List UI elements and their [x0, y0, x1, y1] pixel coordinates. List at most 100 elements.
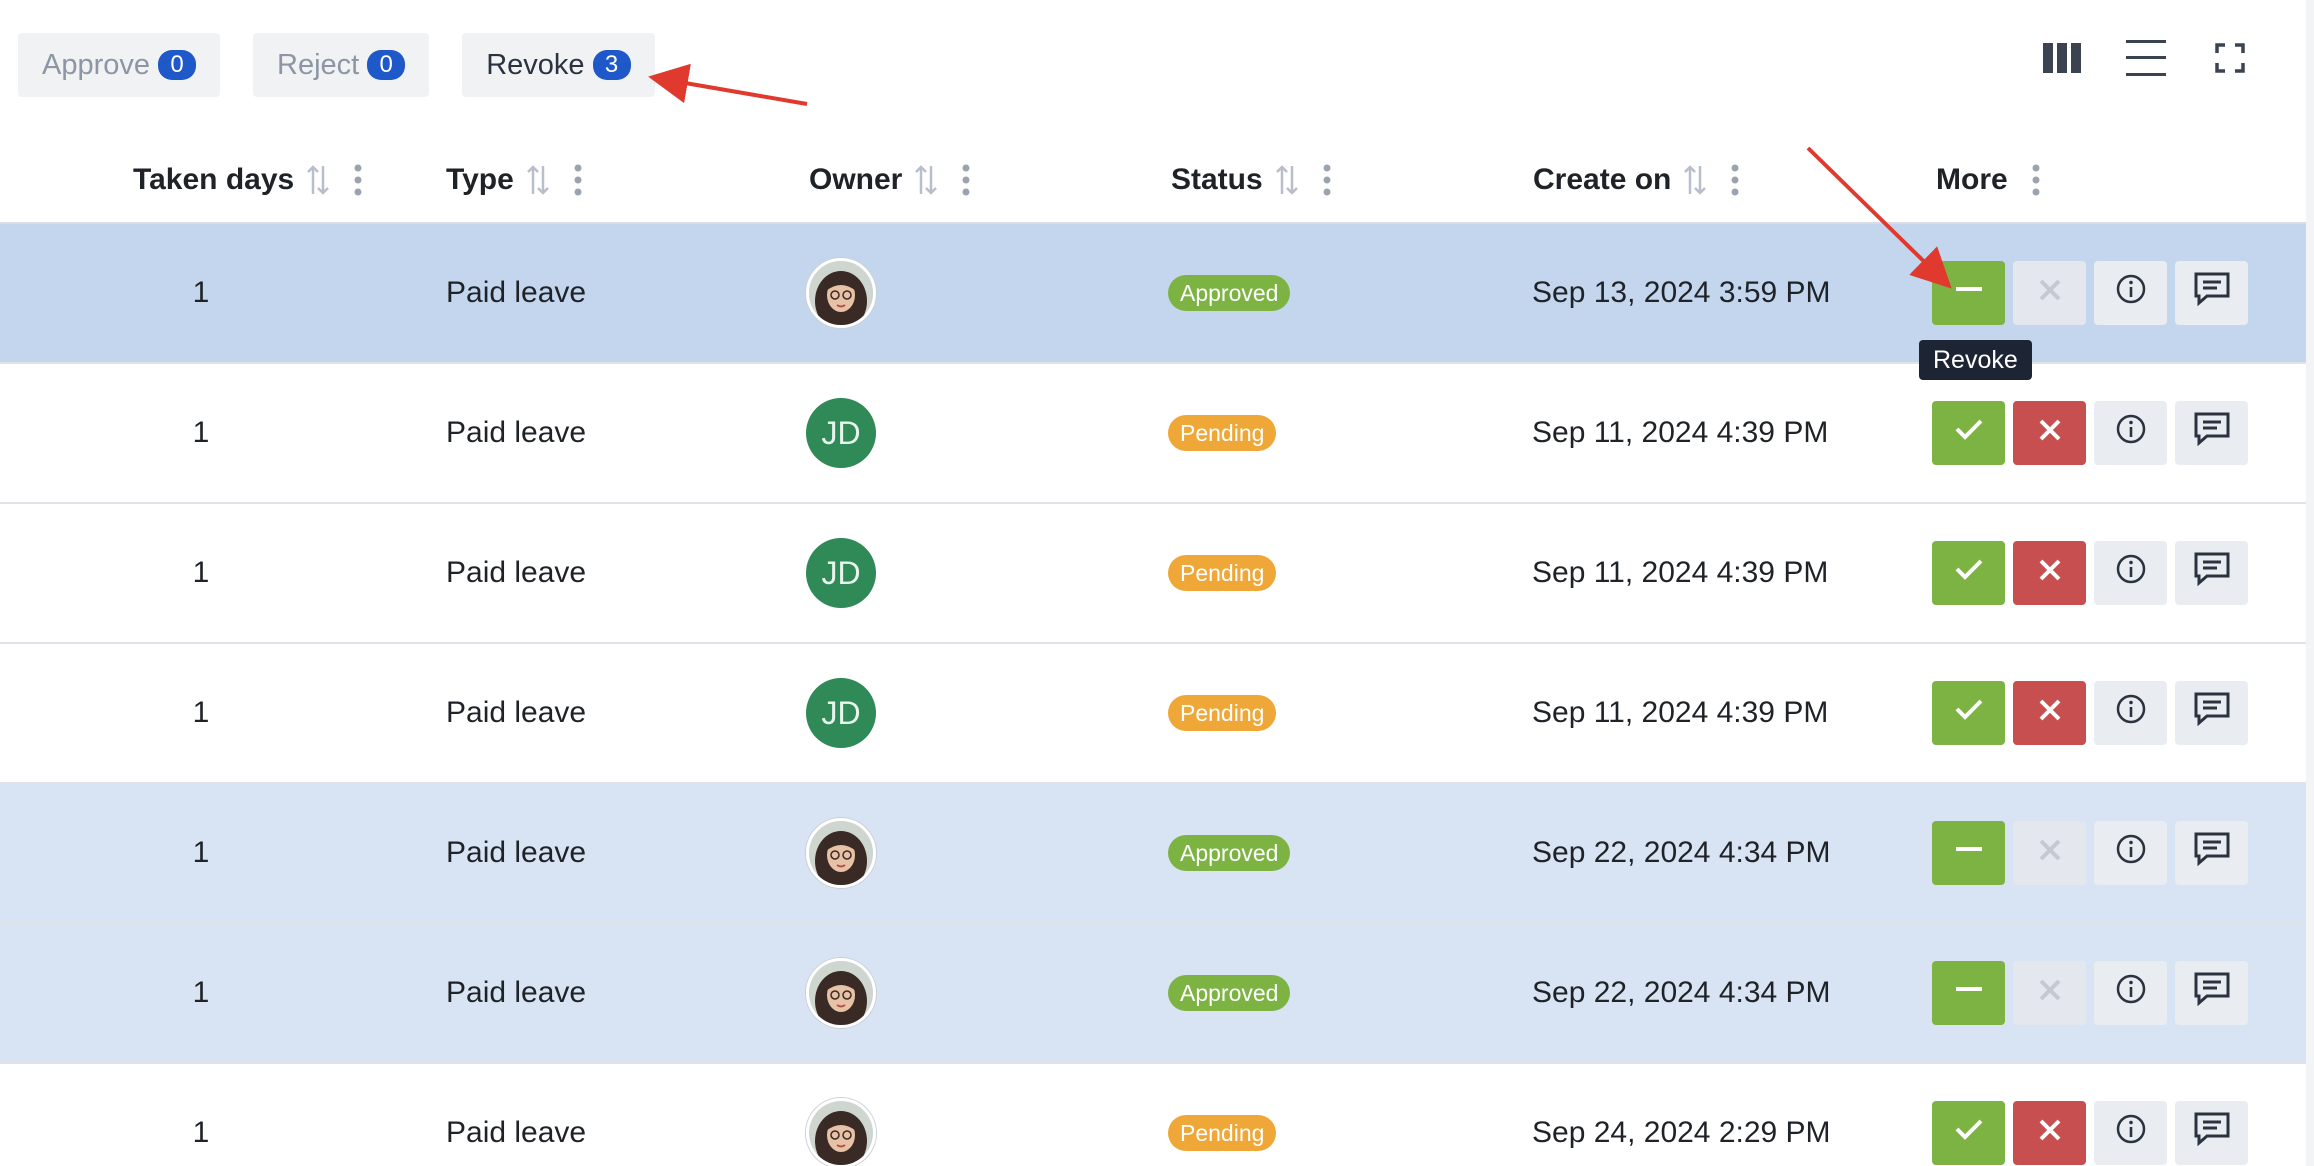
view-options — [2042, 38, 2250, 78]
row-actions — [1932, 364, 2248, 502]
taken-days-cell: 1 — [192, 836, 210, 869]
sort-icon[interactable] — [914, 164, 938, 196]
table-row[interactable]: 1 Paid leave JD Pending Sep 11, 2024 4:39 PM — [0, 364, 2306, 504]
taken-days-cell: 1 — [192, 416, 210, 449]
comment-icon — [2193, 551, 2231, 595]
approve-button[interactable] — [1932, 401, 2005, 465]
approve-bulk-button[interactable]: Approve 0 — [18, 33, 221, 97]
details-button[interactable] — [2094, 1101, 2167, 1165]
avatar-initials[interactable]: JD — [806, 538, 876, 608]
reject-button-disabled — [2013, 961, 2086, 1025]
column-menu-icon[interactable] — [574, 164, 582, 196]
sort-icon[interactable] — [1275, 164, 1299, 196]
header-taken-days[interactable]: Taken days — [133, 138, 362, 222]
table-row[interactable]: 1 Paid leave Approved Sep 22, 2024 4:34 PM — [0, 784, 2306, 924]
fullscreen-icon[interactable] — [2210, 38, 2250, 78]
owner-cell — [806, 1064, 876, 1166]
header-label: Type — [446, 163, 514, 196]
columns-icon[interactable] — [2042, 38, 2082, 78]
header-more[interactable]: More — [1936, 138, 2040, 222]
approve-button[interactable] — [1932, 541, 2005, 605]
header-type[interactable]: Type — [446, 138, 582, 222]
table-header: Taken days Type Owner Status Create on M… — [0, 138, 2306, 224]
type-cell: Paid leave — [446, 976, 587, 1009]
column-menu-icon[interactable] — [354, 164, 362, 196]
taken-days-cell: 1 — [192, 556, 210, 589]
table-row[interactable]: 1 Paid leave Approved Sep 22, 2024 4:34 PM — [0, 924, 2306, 1064]
column-menu-icon[interactable] — [2032, 164, 2040, 196]
revoke-bulk-button[interactable]: Revoke 3 — [462, 33, 655, 97]
create-on-cell: Sep 11, 2024 4:39 PM — [1532, 696, 1829, 729]
column-menu-icon[interactable] — [1731, 164, 1739, 196]
revoke-button[interactable] — [1932, 961, 2005, 1025]
details-button[interactable] — [2094, 261, 2167, 325]
list-icon[interactable] — [2126, 38, 2166, 78]
check-icon — [1954, 1114, 1984, 1152]
comment-button[interactable] — [2175, 1101, 2248, 1165]
revoke-button[interactable] — [1932, 261, 2005, 325]
column-menu-icon[interactable] — [962, 164, 970, 196]
reject-button[interactable] — [2013, 541, 2086, 605]
header-owner[interactable]: Owner — [809, 138, 970, 222]
table-row[interactable]: 1 Paid leave JD Pending Sep 11, 2024 4:39 PM — [0, 504, 2306, 644]
sort-icon[interactable] — [306, 164, 330, 196]
comment-button[interactable] — [2175, 681, 2248, 745]
reject-button[interactable] — [2013, 1101, 2086, 1165]
avatar-initials[interactable]: JD — [806, 398, 876, 468]
reject-bulk-button[interactable]: Reject 0 — [253, 33, 430, 97]
table-row[interactable]: 1 Paid leave Pending Sep 24, 2024 2:29 PM — [0, 1064, 2306, 1166]
type-cell: Paid leave — [446, 836, 587, 869]
info-icon — [2115, 693, 2147, 733]
status-cell: Approved — [1168, 784, 1291, 922]
info-icon — [2115, 553, 2147, 593]
scrollbar-track[interactable] — [2306, 0, 2314, 1166]
approve-button[interactable] — [1932, 1101, 2005, 1165]
header-label: More — [1936, 163, 2008, 196]
avatar[interactable] — [806, 258, 876, 328]
approve-button[interactable] — [1932, 681, 2005, 745]
table-row[interactable]: 1 Paid leave JD Pending Sep 11, 2024 4:39 PM — [0, 644, 2306, 784]
column-menu-icon[interactable] — [1323, 164, 1331, 196]
create-on-cell: Sep 11, 2024 4:39 PM — [1532, 416, 1829, 449]
header-status[interactable]: Status — [1171, 138, 1331, 222]
comment-icon — [2193, 411, 2231, 455]
avatar[interactable] — [806, 1098, 876, 1166]
info-icon — [2115, 413, 2147, 453]
sort-icon[interactable] — [1683, 164, 1707, 196]
header-create-on[interactable]: Create on — [1533, 138, 1739, 222]
avatar-initials[interactable]: JD — [806, 678, 876, 748]
sort-icon[interactable] — [526, 164, 550, 196]
status-cell: Pending — [1168, 1064, 1277, 1166]
type-cell: Paid leave — [446, 556, 587, 589]
comment-icon — [2193, 691, 2231, 735]
details-button[interactable] — [2094, 401, 2167, 465]
reject-button[interactable] — [2013, 681, 2086, 745]
details-button[interactable] — [2094, 821, 2167, 885]
comment-icon — [2193, 271, 2231, 315]
details-button[interactable] — [2094, 681, 2167, 745]
create-on-cell: Sep 22, 2024 4:34 PM — [1532, 836, 1831, 869]
reject-button[interactable] — [2013, 401, 2086, 465]
bulk-action-toolbar: Approve 0 Reject 0 Revoke 3 — [18, 33, 655, 97]
status-cell: Pending — [1168, 504, 1277, 642]
owner-cell — [806, 784, 876, 922]
revoke-tooltip: Revoke — [1919, 340, 2032, 380]
create-on-cell: Sep 24, 2024 2:29 PM — [1532, 1116, 1831, 1149]
row-actions — [1932, 504, 2248, 642]
create-on-cell: Sep 11, 2024 4:39 PM — [1532, 556, 1829, 589]
revoke-button[interactable] — [1932, 821, 2005, 885]
avatar[interactable] — [806, 818, 876, 888]
comment-button[interactable] — [2175, 821, 2248, 885]
comment-button[interactable] — [2175, 541, 2248, 605]
comment-button[interactable] — [2175, 261, 2248, 325]
info-icon — [2115, 973, 2147, 1013]
minus-icon — [1954, 834, 1984, 872]
avatar[interactable] — [806, 958, 876, 1028]
comment-button[interactable] — [2175, 401, 2248, 465]
info-icon — [2115, 273, 2147, 313]
details-button[interactable] — [2094, 961, 2167, 1025]
comment-icon — [2193, 1111, 2231, 1155]
taken-days-cell: 1 — [192, 1116, 210, 1149]
details-button[interactable] — [2094, 541, 2167, 605]
comment-button[interactable] — [2175, 961, 2248, 1025]
